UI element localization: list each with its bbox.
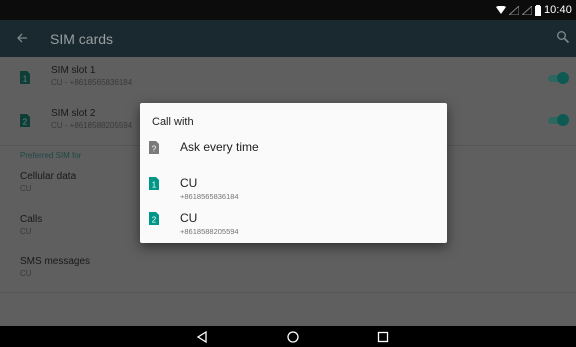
status-icons: 10:40 xyxy=(495,3,572,17)
call-with-dialog: Call with ? Ask every time 1 CU +8618565… xyxy=(140,103,447,243)
option-label: CU xyxy=(180,176,198,190)
svg-text:?: ? xyxy=(152,145,157,154)
option-label: CU xyxy=(180,211,198,225)
option-ask-every-time[interactable]: ? Ask every time xyxy=(140,135,447,161)
dialog-title: Call with xyxy=(152,116,194,128)
nav-back-icon[interactable] xyxy=(195,330,209,344)
sim-1-icon: 1 xyxy=(149,177,159,190)
wifi-icon xyxy=(495,5,506,15)
question-sim-icon: ? xyxy=(149,141,159,154)
option-sim-2[interactable]: 2 CU +8618588205594 xyxy=(140,207,447,237)
signal-icon xyxy=(508,5,519,15)
option-sim-1[interactable]: 1 CU +8618565836184 xyxy=(140,173,447,203)
option-sim-1-number: 1 xyxy=(152,181,157,190)
option-number: +8618565836184 xyxy=(180,192,239,201)
navigation-bar xyxy=(0,326,576,347)
option-label: Ask every time xyxy=(180,140,259,154)
option-sim-2-number: 2 xyxy=(152,216,157,225)
sim-2-icon: 2 xyxy=(149,212,159,225)
nav-recents-icon[interactable] xyxy=(376,330,390,344)
clock: 10:40 xyxy=(543,4,572,16)
option-number: +8618588205594 xyxy=(180,227,239,236)
status-bar: 10:40 xyxy=(0,0,576,20)
nav-home-icon[interactable] xyxy=(286,330,300,344)
battery-icon xyxy=(534,4,541,16)
signal-2-icon xyxy=(521,5,532,15)
